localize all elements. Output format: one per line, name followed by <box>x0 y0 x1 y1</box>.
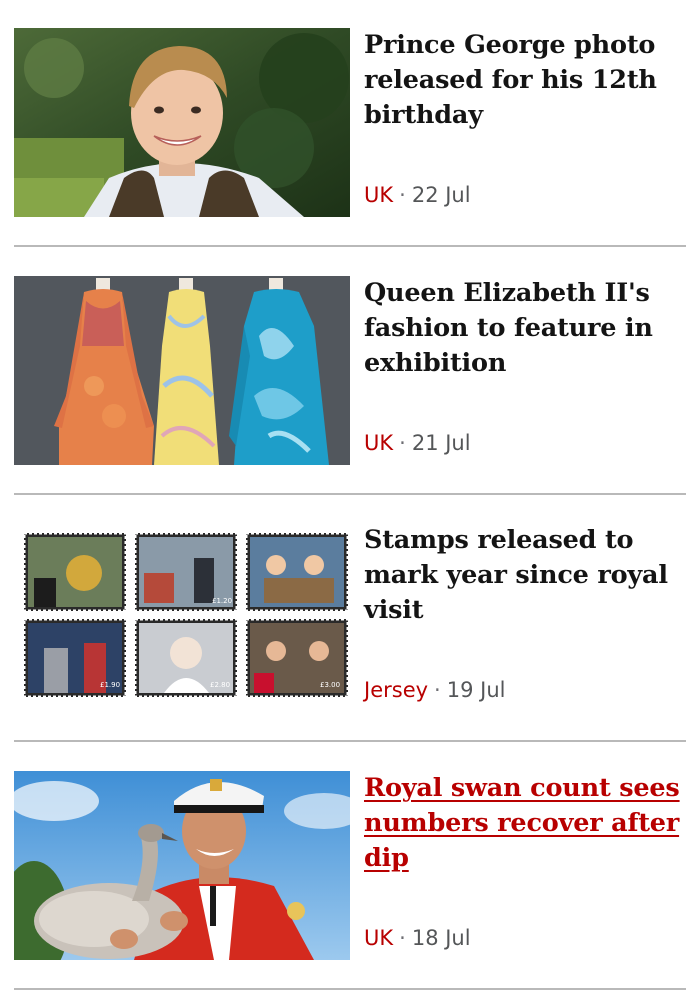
story-headline-2[interactable]: Queen Elizabeth II's fashion to feature … <box>364 276 686 381</box>
story-image-1[interactable] <box>14 28 350 217</box>
stamps-photo-icon: £1.20 £1.90 £2.80 £3.00 <box>14 523 350 712</box>
story-divider <box>14 493 686 495</box>
portrait-photo-icon <box>14 28 350 217</box>
story-image-3[interactable]: £1.20 £1.90 £2.80 £3.00 <box>14 523 350 712</box>
meta-separator: · <box>399 926 406 950</box>
news-feed: Prince George photo released for his 12t… <box>0 0 700 1000</box>
story-topic-link-1[interactable]: UK <box>364 183 393 207</box>
dresses-photo-icon <box>14 276 350 465</box>
story-divider <box>14 245 686 247</box>
story-topic-link-2[interactable]: UK <box>364 431 393 455</box>
story-meta-1: UK · 22 Jul <box>364 180 471 210</box>
story-card-1[interactable]: Prince George photo released for his 12t… <box>14 28 686 218</box>
stamp-value: £3.00 <box>320 681 340 689</box>
story-headline-1[interactable]: Prince George photo released for his 12t… <box>364 28 686 133</box>
story-meta-2: UK · 21 Jul <box>364 428 471 458</box>
story-card-2[interactable]: Queen Elizabeth II's fashion to feature … <box>14 276 686 466</box>
story-divider <box>14 988 686 990</box>
story-meta-4: UK · 18 Jul <box>364 923 471 953</box>
stamp-value: £1.20 <box>212 597 232 605</box>
story-headline-4[interactable]: Royal swan count sees numbers recover af… <box>364 771 686 876</box>
story-image-2[interactable] <box>14 276 350 465</box>
story-card-3[interactable]: £1.20 £1.90 £2.80 £3.00 Stamps released … <box>14 523 686 713</box>
meta-separator: · <box>434 678 441 702</box>
story-date-3: 19 Jul <box>446 678 506 702</box>
story-card-4[interactable]: Royal swan count sees numbers recover af… <box>14 771 686 961</box>
story-topic-link-4[interactable]: UK <box>364 926 393 950</box>
swan-photo-icon <box>14 771 350 960</box>
meta-separator: · <box>399 183 406 207</box>
story-image-4[interactable] <box>14 771 350 960</box>
story-date-4: 18 Jul <box>411 926 471 950</box>
story-date-1: 22 Jul <box>411 183 471 207</box>
story-topic-link-3[interactable]: Jersey <box>364 678 428 702</box>
stamp-value: £1.90 <box>100 681 120 689</box>
meta-separator: · <box>399 431 406 455</box>
story-date-2: 21 Jul <box>411 431 471 455</box>
story-headline-3[interactable]: Stamps released to mark year since royal… <box>364 523 686 628</box>
stamp-value: £2.80 <box>210 681 230 689</box>
story-divider <box>14 740 686 742</box>
story-meta-3: Jersey · 19 Jul <box>364 675 505 705</box>
